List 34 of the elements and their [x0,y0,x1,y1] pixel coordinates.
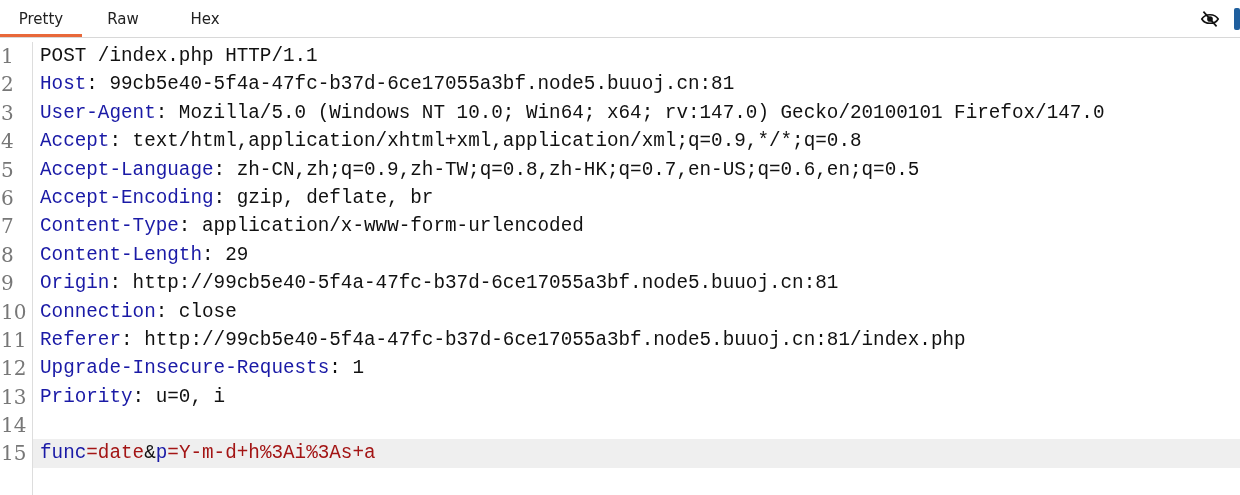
line-number: 2 [0,71,15,99]
code-line: Host: 99cb5e40-5f4a-47fc-b37d-6ce17055a3bf.node5.buuoj.cn:81 [39,72,735,98]
view-tab[interactable]: Pretty [0,0,82,37]
code-line: Accept: text/html,application/xhtml+xml,application/xml;q=0.9,*/*;q=0.8 [39,129,862,155]
code-line: Content-Length: 29 [39,242,249,268]
code-line: User-Agent: Mozilla/5.0 (Windows NT 10.0; Win64; x64; rv:147.0) Gecko/20100101 Firefox/147.0 [39,100,1105,126]
line-number: 6 [0,184,15,212]
line-number: 9 [0,270,15,298]
code-line: POST /index.php HTTP/1.1 [39,44,318,69]
code-line: func=date&p=Y-m-d+h%3Ai%3As+a [39,441,376,467]
line-number: 1 [0,43,15,70]
line-number: 15 [0,440,28,468]
code-line: Referer: http://99cb5e40-5f4a-47fc-b37d-6ce17055a3bf.node5.buuoj.cn:81/index.php [39,327,966,353]
view-tab[interactable]: Hex [164,0,246,37]
line-number: 13 [0,383,28,411]
line-number: 12 [0,355,28,383]
eye-off-icon[interactable] [1200,9,1220,28]
line-number: 8 [0,241,15,269]
line-number: 10 [0,298,28,326]
code-line: Origin: http://99cb5e40-5f4a-47fc-b37d-6ce17055a3bf.node5.buuoj.cn:81 [39,271,839,297]
panel-toggle-icon[interactable] [1234,7,1240,30]
code-line: Priority: u=0, i [39,384,226,410]
line-number: 14 [0,412,28,440]
line-number: 5 [0,156,15,184]
line-number: 11 [0,326,28,354]
code-line: Upgrade-Insecure-Requests: 1 [39,356,364,382]
code-line: Accept-Language: zh-CN,zh;q=0.9,zh-TW;q=0.8,zh-HK;q=0.7,en-US;q=0.6,en;q=0.5 [39,157,920,183]
line-number: 7 [0,213,15,241]
code-line: Connection: close [39,299,237,325]
code-line: Accept-Encoding: gzip, deflate, br [39,185,434,211]
line-number: 3 [0,99,15,127]
view-tab[interactable]: Raw [82,0,164,37]
line-number: 4 [0,128,15,156]
code-line: Content-Type: application/x-www-form-urlencoded [39,214,584,240]
